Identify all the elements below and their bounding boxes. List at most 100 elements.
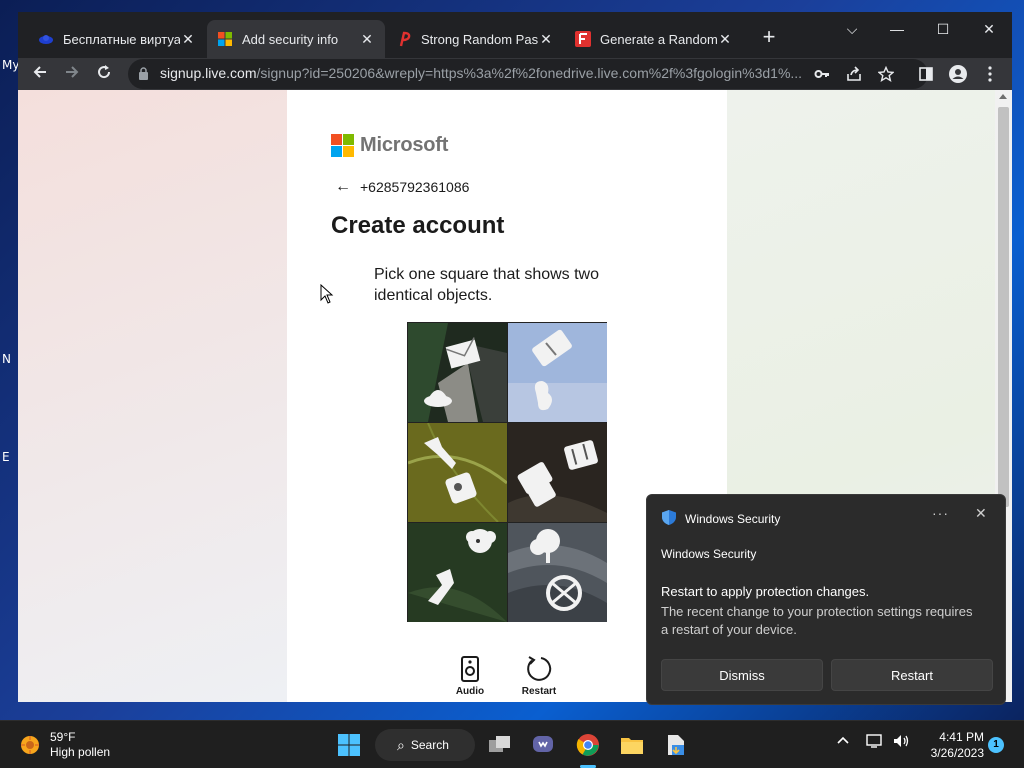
notification-badge[interactable]: 1	[988, 737, 1004, 753]
tab-strong-random-password[interactable]: Strong Random Passw ✕	[386, 20, 564, 58]
maximize-button[interactable]: ☐	[921, 16, 965, 42]
share-icon[interactable]	[840, 60, 868, 88]
toast-app-name: Windows Security	[661, 547, 757, 561]
captcha-tile-3[interactable]	[408, 423, 507, 522]
desktop-icon-label[interactable]: My	[2, 58, 19, 72]
desktop-icon-label[interactable]: N	[2, 352, 11, 366]
clock-time: 4:41 PM	[939, 730, 984, 744]
start-button[interactable]	[333, 729, 365, 761]
teams-chat-button[interactable]	[527, 729, 559, 761]
close-icon[interactable]: ✕	[975, 505, 987, 522]
scrollbar-thumb[interactable]	[998, 107, 1009, 507]
url-path: /signup?id=250206&wreply=https%3a%2f%2fo…	[256, 65, 803, 81]
pollen-flower-icon	[21, 736, 39, 754]
new-tab-button[interactable]: +	[755, 24, 783, 52]
tab-title: Generate a Random N	[600, 31, 717, 47]
audio-challenge-button[interactable]: Audio	[440, 654, 500, 697]
system-clock[interactable]: 4:41 PM 3/26/2023	[920, 729, 984, 761]
phone-number: +6285792361086	[360, 179, 470, 195]
setup-app-button[interactable]	[660, 729, 692, 761]
page-background-left	[18, 90, 287, 702]
captcha-tile-2[interactable]	[508, 323, 607, 422]
password-key-icon[interactable]	[808, 60, 836, 88]
restart-challenge-button[interactable]: Restart	[509, 654, 569, 697]
captcha-tile-6[interactable]	[508, 523, 607, 622]
p-logo-icon	[396, 31, 412, 47]
restart-button[interactable]: Restart	[831, 659, 993, 691]
speaker-icon	[440, 654, 500, 684]
toast-header: Windows Security	[661, 509, 780, 529]
microsoft-logo-icon	[331, 134, 354, 157]
url-host: signup.live.com	[160, 65, 257, 81]
bookmark-star-icon[interactable]	[872, 60, 900, 88]
browser-toolbar: signup.live.com/signup?id=250206&wreply=…	[18, 58, 1012, 90]
chrome-taskbar-button[interactable]	[572, 729, 604, 761]
tab-search-chevron-icon[interactable]: ⌵	[830, 16, 874, 42]
toast-headline: Restart to apply protection changes.	[661, 584, 870, 599]
f-logo-icon	[575, 31, 591, 47]
volume-icon[interactable]	[892, 733, 910, 752]
back-arrow-icon	[33, 66, 46, 78]
tab-generate-random[interactable]: Generate a Random N ✕	[565, 20, 743, 58]
close-tab-icon[interactable]: ✕	[359, 31, 375, 48]
tab-free-virtual[interactable]: Бесплатные виртуал ✕	[28, 20, 206, 58]
back-to-phone[interactable]: ← +6285792361086	[335, 178, 469, 196]
close-window-button[interactable]: ✕	[967, 16, 1011, 42]
tab-strip: Бесплатные виртуал ✕ Add security info ✕…	[18, 12, 1012, 58]
more-options-icon[interactable]: ···	[932, 505, 949, 521]
taskbar: 59°F High pollen ⌕ Search 4:41 PM 3/26/2…	[0, 720, 1024, 768]
microsoft-icon	[217, 31, 233, 47]
forward-button[interactable]	[58, 60, 86, 88]
reload-button[interactable]	[90, 60, 118, 88]
windows-security-toast: Windows Security ··· ✕ Windows Security …	[646, 494, 1006, 705]
show-hidden-icons-chevron-icon[interactable]	[836, 733, 850, 748]
desktop-icon-label[interactable]: E	[2, 450, 10, 464]
dismiss-button[interactable]: Dismiss	[661, 659, 823, 691]
audio-label: Audio	[455, 686, 485, 697]
file-explorer-button[interactable]	[616, 729, 648, 761]
toast-header-title: Windows Security	[685, 512, 781, 526]
tab-add-security-info[interactable]: Add security info ✕	[207, 20, 385, 58]
close-tab-icon[interactable]: ✕	[717, 31, 733, 48]
minimize-button[interactable]: —	[875, 16, 919, 42]
tab-title: Бесплатные виртуал	[63, 31, 180, 47]
globe-icon	[38, 31, 54, 47]
brand-name: Microsoft	[360, 134, 449, 156]
task-view-icon	[489, 736, 510, 752]
restart-icon	[509, 654, 569, 684]
network-icon[interactable]	[866, 733, 884, 752]
shield-icon	[661, 509, 677, 529]
search-label: Search	[410, 738, 449, 752]
installer-icon	[668, 735, 684, 755]
tab-title: Add security info	[242, 31, 339, 47]
close-tab-icon[interactable]: ✕	[538, 31, 554, 48]
microsoft-logo: Microsoft	[331, 134, 448, 157]
captcha-tile-4[interactable]	[508, 423, 607, 522]
back-button[interactable]	[26, 60, 54, 88]
forward-arrow-icon	[66, 66, 79, 78]
clock-date: 3/26/2023	[930, 746, 984, 760]
captcha-prompt: Pick one square that shows two identical…	[374, 266, 600, 304]
weather-temperature: 59°F	[50, 730, 76, 744]
chat-icon	[533, 736, 553, 752]
task-view-button[interactable]	[484, 729, 516, 761]
side-panel-icon[interactable]	[912, 60, 940, 88]
restart-label: Restart	[521, 686, 557, 697]
kebab-menu-icon[interactable]	[976, 60, 1004, 88]
back-arrow-icon[interactable]: ←	[335, 178, 351, 196]
captcha-tile-5[interactable]	[408, 523, 507, 622]
tab-title: Strong Random Passw	[421, 31, 538, 47]
folder-icon	[621, 738, 643, 754]
toast-body: The recent change to your protection set…	[661, 604, 973, 637]
search-icon: ⌕	[397, 736, 405, 753]
profile-avatar-icon[interactable]	[944, 60, 972, 88]
captcha-grid	[407, 322, 607, 622]
scroll-up-icon[interactable]	[999, 94, 1007, 99]
captcha-tile-1[interactable]	[408, 323, 507, 422]
close-tab-icon[interactable]: ✕	[180, 31, 196, 48]
page-title: Create account	[331, 212, 505, 239]
mouse-cursor-icon	[320, 283, 334, 309]
taskbar-search[interactable]: ⌕ Search	[375, 729, 475, 761]
lock-icon[interactable]	[138, 67, 149, 85]
weather-widget[interactable]: 59°F High pollen	[18, 730, 110, 760]
